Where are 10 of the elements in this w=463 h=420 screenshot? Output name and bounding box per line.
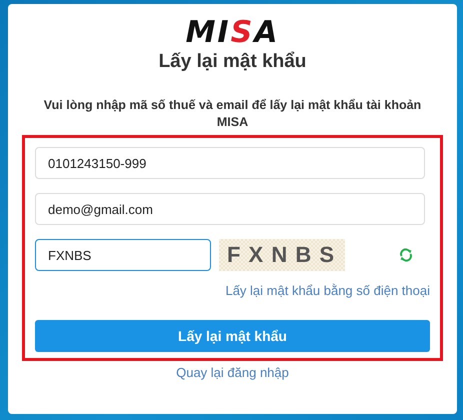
back-to-login-link[interactable]: Quay lại đăng nhập — [176, 365, 289, 380]
email-field[interactable]: demo@gmail.com — [35, 193, 425, 225]
refresh-icon[interactable] — [399, 248, 413, 262]
phone-reset-link[interactable]: Lấy lại mật khẩu bằng số điện thoại — [225, 283, 430, 298]
captcha-field[interactable]: FXNBS — [35, 239, 211, 271]
instruction-text: Vui lòng nhập mã số thuế và email để lấy lại mật khẩu tài khoản MISA — [42, 97, 422, 131]
logo: MISA — [186, 17, 280, 49]
captcha-image: F X N B S — [219, 239, 345, 271]
tax-code-field[interactable]: 0101243150-999 — [35, 147, 425, 179]
page-title: Lấy lại mật khẩu — [158, 51, 306, 73]
